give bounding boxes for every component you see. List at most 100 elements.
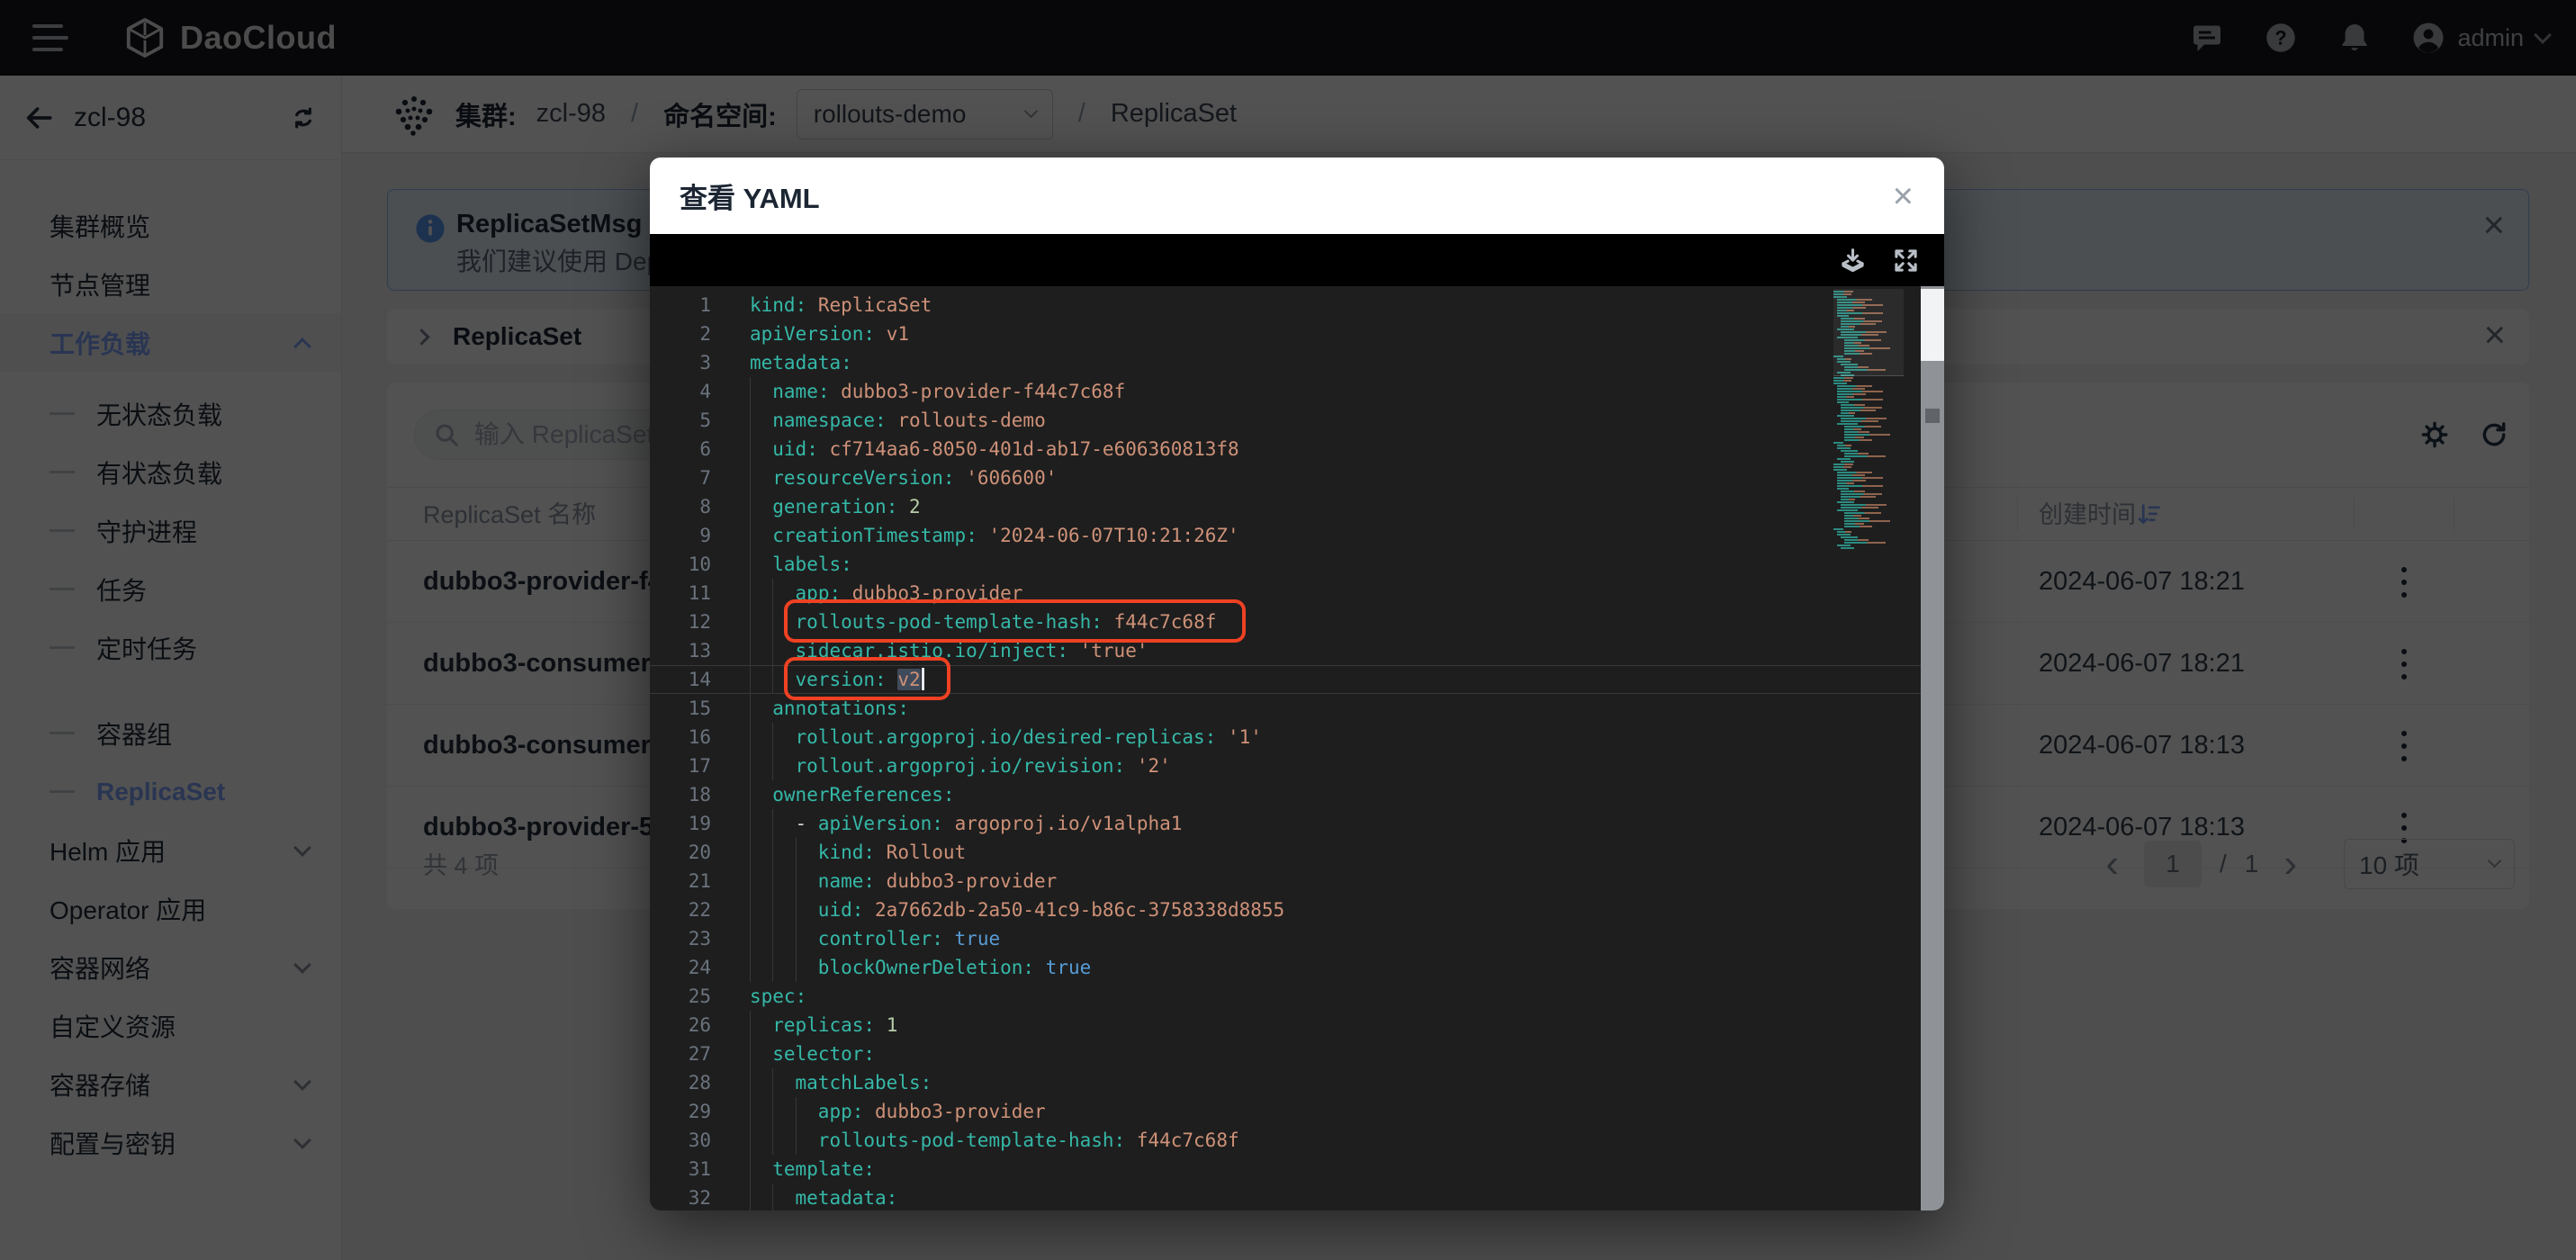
yaml-line-21: 21 name: dubbo3-provider [650,867,1944,896]
indent-guide [750,464,772,492]
indent-guide [750,1011,772,1040]
yaml-line-27: 27 selector: [650,1040,1944,1068]
indent-guide [772,636,795,665]
indent-guide [772,953,795,982]
minimap-line [1837,531,1852,533]
minimap-line [1837,388,1866,390]
yaml-line-11: 11 app: dubbo3-provider [650,579,1944,608]
minimap-line [1844,426,1881,428]
line-content: name: dubbo3-provider [750,867,1057,896]
minimap-slider[interactable] [1833,289,1904,376]
modal-close-icon[interactable]: × [1893,178,1914,214]
yaml-line-23: 23 controller: true [650,924,1944,953]
yaml-key: apiVersion: [817,813,943,834]
indent-guide [750,780,772,809]
minimap-line [1844,439,1873,441]
minimap-line [1833,528,1843,530]
yaml-line-6: 6 uid: cf714aa6-8050-401d-ab17-e606360813… [650,435,1944,464]
minimap-line [1833,442,1843,444]
line-content: rollouts-pod-template-hash: f44c7c68f [750,608,1216,636]
yaml-key: resourceVersion: [772,467,955,489]
line-content: creationTimestamp: '2024-06-07T10:21:26Z… [750,521,1239,550]
yaml-key: rollout.argoproj.io/revision: [795,755,1126,777]
line-number: 15 [688,698,711,719]
indent-guide [750,809,772,838]
line-content: sidecar.istio.io/inject: 'true' [750,636,1148,665]
yaml-value: '2' [1136,755,1171,777]
minimap-line [1837,485,1883,487]
indent-guide [772,1097,795,1126]
line-content: matchLabels: [750,1068,932,1097]
line-number: 22 [688,899,711,921]
line-number: 32 [688,1187,711,1209]
yaml-value: 2a7662db-2a50-41c9-b86c-3758338d8855 [875,899,1285,921]
yaml-key: generation: [772,496,898,518]
minimap-line [1844,434,1890,436]
yaml-line-17: 17 rollout.argoproj.io/revision: '2' [650,752,1944,780]
editor-scrollbar[interactable] [1921,286,1944,1210]
line-number: 26 [688,1014,711,1036]
indent-guide [772,1068,795,1097]
indent-guide [795,1126,818,1155]
scrollbar-thumb[interactable] [1921,289,1944,361]
line-content: kind: ReplicaSet [750,294,932,316]
minimap-line [1841,496,1877,498]
yaml-key: kind: [750,294,807,316]
minimap-line [1841,507,1878,508]
yaml-editor[interactable]: 1 kind: ReplicaSet 2 apiVersion: v1 3 metadat… [650,286,1944,1210]
minimap-line [1837,447,1851,449]
minimap-line [1844,436,1865,438]
yaml-key: uid: [772,438,818,460]
yaml-line-4: 4 name: dubbo3-provider-f44c7c68f [650,377,1944,406]
yaml-line-31: 31 template: [650,1155,1944,1184]
yaml-key: app: [817,1101,864,1122]
yaml-key: replicas: [772,1014,876,1036]
minimap-line [1841,499,1856,500]
minimap-line [1837,399,1883,400]
minimap-line [1837,534,1851,536]
minimap-line [1844,518,1869,519]
minimap-line [1833,466,1851,468]
line-content: replicas: 1 [750,1011,898,1040]
indent-guide [750,867,772,896]
line-content: uid: 2a7662db-2a50-41c9-b86c-3758338d885… [750,896,1285,924]
minimap-line [1841,461,1855,463]
line-number: 29 [688,1101,711,1122]
yaml-key: app: [795,582,842,604]
minimap-line [1837,474,1866,476]
line-content: rollouts-pod-template-hash: f44c7c68f [750,1126,1239,1155]
indent-guide [772,579,795,608]
minimap-line [1844,526,1873,527]
indent-guide [750,896,772,924]
minimap-line [1833,377,1854,379]
indent-guide [750,492,772,521]
indent-guide [795,953,818,982]
line-content: kind: Rollout [750,838,966,867]
yaml-key: controller: [817,928,943,950]
line-content: uid: cf714aa6-8050-401d-ab17-e606360813f… [750,435,1239,464]
minimap-line [1844,539,1869,541]
yaml-line-20: 20 kind: Rollout [650,838,1944,867]
line-number: 25 [688,986,711,1007]
yaml-key: version: [795,669,887,690]
download-icon[interactable] [1838,246,1868,275]
yaml-line-9: 9 creationTimestamp: '2024-06-07T10:21:26… [650,521,1944,550]
yaml-value: dubbo3-provider [851,582,1023,604]
minimap-line [1844,520,1890,522]
yaml-line-22: 22 uid: 2a7662db-2a50-41c9-b86c-3758338d8… [650,896,1944,924]
yaml-key: blockOwnerDeletion: [817,957,1035,978]
fullscreen-expand-icon[interactable] [1891,246,1921,275]
yaml-value: cf714aa6-8050-401d-ab17-e606360813f8 [829,438,1239,460]
yaml-key: metadata: [750,352,852,374]
minimap-line [1841,410,1877,411]
indent-guide [795,924,818,953]
indent-guide [772,723,795,752]
line-content: annotations: [750,694,909,723]
yaml-line-28: 28 matchLabels: [650,1068,1944,1097]
yaml-value: v1 [886,323,910,345]
yaml-modal: 查看 YAML × 1 kind: ReplicaSet 2 apiVersion: … [650,158,1944,1210]
yaml-value: ReplicaSet [817,294,932,316]
line-number: 8 [699,496,711,518]
line-number: 27 [688,1043,711,1065]
yaml-value: 1 [886,1014,898,1036]
